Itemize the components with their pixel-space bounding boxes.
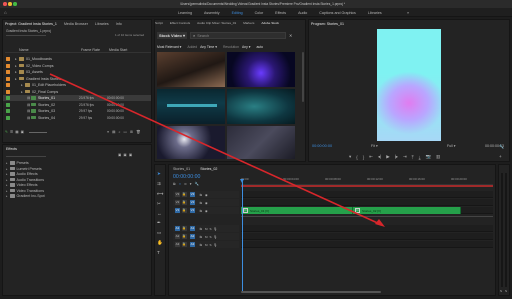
annotation-arrow: [49, 73, 385, 227]
